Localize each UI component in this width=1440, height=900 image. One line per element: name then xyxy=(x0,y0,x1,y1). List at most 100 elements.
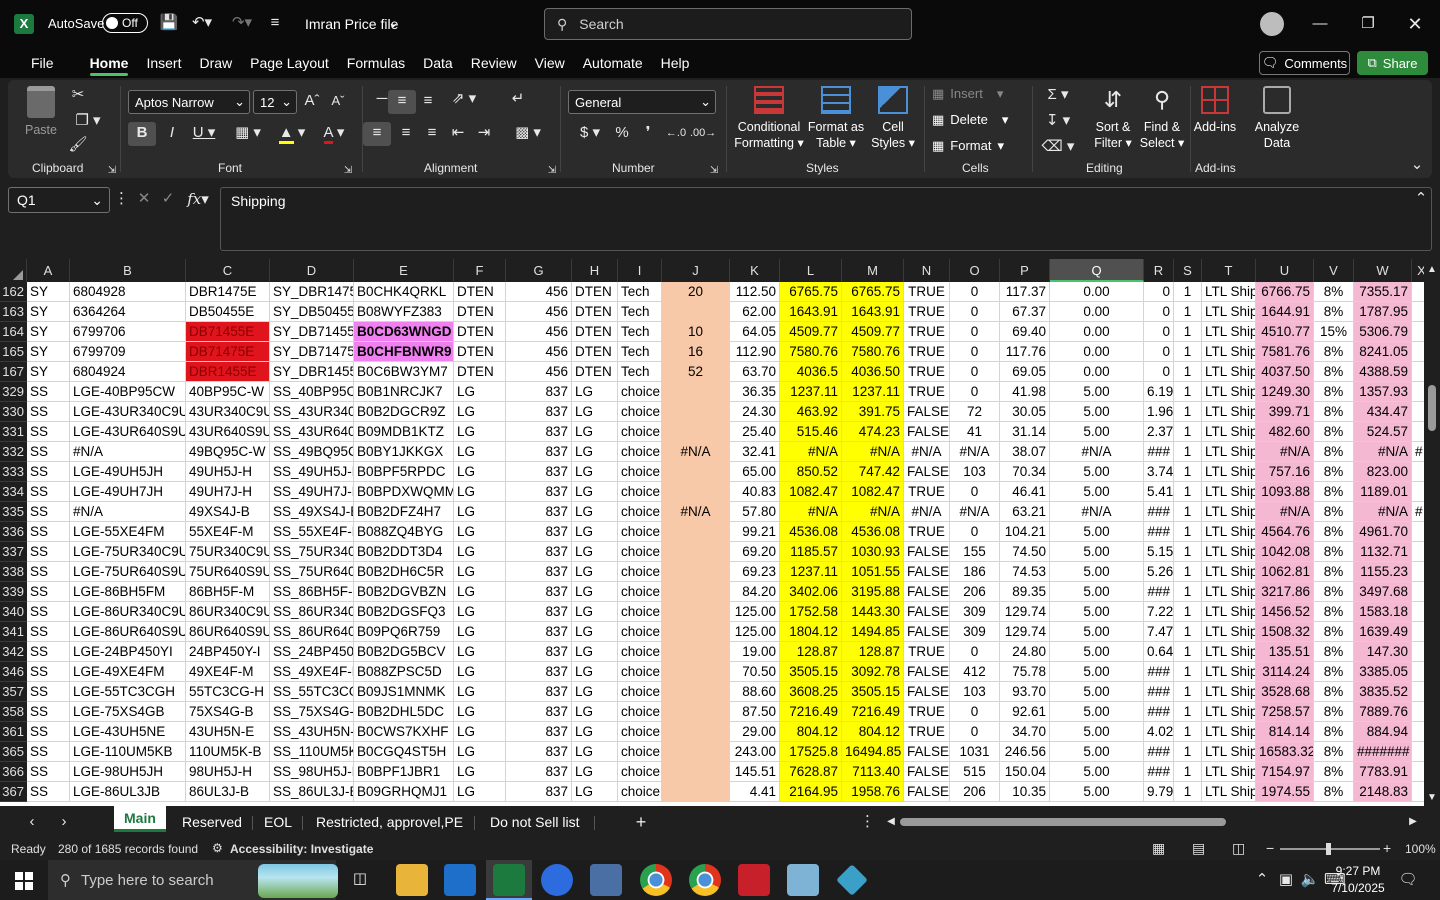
cell-o[interactable]: 103 xyxy=(950,682,1000,702)
cell-i[interactable]: choice xyxy=(618,662,662,682)
increase-font-icon[interactable]: Aˆ xyxy=(300,90,324,112)
cell-t[interactable]: LTL Ship xyxy=(1202,362,1256,382)
cell-r[interactable]: 0 xyxy=(1144,362,1174,382)
cell-b[interactable]: LGE-110UM5KB xyxy=(70,742,186,762)
cell-m[interactable]: 1958.76 xyxy=(842,782,904,802)
cell-k[interactable]: 29.00 xyxy=(730,722,780,742)
column-header-d[interactable]: D xyxy=(270,259,354,282)
cell-s[interactable]: 1 xyxy=(1174,402,1202,422)
dialog-launcher-icon[interactable]: ⇲ xyxy=(546,160,558,182)
cell-t[interactable]: LTL Ship xyxy=(1202,422,1256,442)
cell-e[interactable]: B0B2DGVBZN xyxy=(354,582,454,602)
cell-u[interactable]: 1456.52 xyxy=(1256,602,1314,622)
remote-desktop-icon[interactable] xyxy=(787,864,819,896)
cell-v[interactable]: 8% xyxy=(1314,702,1354,722)
cell-q[interactable]: 5.00 xyxy=(1050,702,1144,722)
cell-k[interactable]: 24.30 xyxy=(730,402,780,422)
cell-m[interactable]: 391.75 xyxy=(842,402,904,422)
cell-i[interactable]: choice xyxy=(618,462,662,482)
cell-g[interactable]: 837 xyxy=(506,542,572,562)
cell-n[interactable]: TRUE xyxy=(904,342,950,362)
cell-n[interactable]: #N/A xyxy=(904,442,950,462)
increase-decimal-icon[interactable]: ←.0 xyxy=(664,122,688,144)
cell-v[interactable]: 8% xyxy=(1314,602,1354,622)
cell-a[interactable]: SS xyxy=(27,582,70,602)
chevron-left-icon[interactable]: ‹ xyxy=(22,811,42,833)
outlook-icon[interactable] xyxy=(444,864,476,896)
cell-k[interactable]: 69.23 xyxy=(730,562,780,582)
cell-v[interactable]: 8% xyxy=(1314,762,1354,782)
cell-m[interactable]: 1082.47 xyxy=(842,482,904,502)
cell-h[interactable]: LG xyxy=(572,622,618,642)
cell-k[interactable]: 243.00 xyxy=(730,742,780,762)
cell-l[interactable]: 804.12 xyxy=(780,722,842,742)
cell-h[interactable]: LG xyxy=(572,662,618,682)
align-left-icon[interactable]: ≡ xyxy=(363,122,391,146)
cell-b[interactable]: 6364264 xyxy=(70,302,186,322)
cell-v[interactable]: 8% xyxy=(1314,562,1354,582)
column-header-q[interactable]: Q xyxy=(1050,259,1144,282)
cell-t[interactable]: LTL Ship xyxy=(1202,282,1256,302)
tab-file[interactable]: File xyxy=(22,48,63,78)
sheet-tab-reserved[interactable]: Reserved xyxy=(182,814,242,830)
cell-x[interactable] xyxy=(1412,322,1424,342)
cell-p[interactable]: 150.04 xyxy=(1000,762,1050,782)
cell-b[interactable]: #N/A xyxy=(70,442,186,462)
sheet-tab-main[interactable]: Main xyxy=(114,806,166,832)
cell-w[interactable]: 1583.18 xyxy=(1354,602,1412,622)
cell-x[interactable] xyxy=(1412,682,1424,702)
cell-f[interactable]: LG xyxy=(454,622,506,642)
cell-f[interactable]: LG xyxy=(454,422,506,442)
cell-e[interactable]: B0B2DFZ4H7 xyxy=(354,502,454,522)
cell-t[interactable]: LTL Ship xyxy=(1202,662,1256,682)
cell-t[interactable]: LTL Ship xyxy=(1202,742,1256,762)
cell-u[interactable]: 4510.77 xyxy=(1256,322,1314,342)
conditional-formatting-button[interactable]: Conditional Formatting ▾ xyxy=(734,86,804,158)
cell-j[interactable] xyxy=(662,662,730,682)
cell-g[interactable]: 456 xyxy=(506,342,572,362)
cell-f[interactable]: LG xyxy=(454,602,506,622)
cell-f[interactable]: LG xyxy=(454,462,506,482)
cell-u[interactable]: 1974.55 xyxy=(1256,782,1314,802)
cell-f[interactable]: LG xyxy=(454,762,506,782)
cell-e[interactable]: B0BPF5RPDC xyxy=(354,462,454,482)
cell-c[interactable]: 43UH5N-E xyxy=(186,722,270,742)
cell-o[interactable]: 0 xyxy=(950,322,1000,342)
cell-i[interactable]: Tech xyxy=(618,362,662,382)
cell-v[interactable]: 8% xyxy=(1314,522,1354,542)
cell-p[interactable]: 70.34 xyxy=(1000,462,1050,482)
share-button[interactable]: ⧉ Share xyxy=(1357,51,1428,75)
row-header[interactable]: 367 xyxy=(0,782,27,802)
cell-a[interactable]: SS xyxy=(27,542,70,562)
cell-f[interactable]: LG xyxy=(454,702,506,722)
cell-m[interactable]: 3092.78 xyxy=(842,662,904,682)
cell-q[interactable]: 5.00 xyxy=(1050,742,1144,762)
cell-d[interactable]: SS_43UR340C9UD xyxy=(270,402,354,422)
cell-w[interactable]: 7889.76 xyxy=(1354,702,1412,722)
cell-c[interactable]: 49UH5J-H xyxy=(186,462,270,482)
row-header[interactable]: 335 xyxy=(0,502,27,522)
cell-w[interactable]: 1189.01 xyxy=(1354,482,1412,502)
cell-u[interactable]: 1062.81 xyxy=(1256,562,1314,582)
format-as-table-button[interactable]: Format as Table ▾ xyxy=(806,86,866,158)
tab-home[interactable]: Home xyxy=(81,48,138,78)
taskbar-clock[interactable]: 9:27 PM 7/10/2025 xyxy=(1326,863,1390,897)
cell-p[interactable]: 129.74 xyxy=(1000,602,1050,622)
cell-l[interactable]: 1804.12 xyxy=(780,622,842,642)
formula-input[interactable]: Shipping xyxy=(220,187,1432,251)
cell-f[interactable]: DTEN xyxy=(454,282,506,302)
cell-r[interactable]: 2.37 xyxy=(1144,422,1174,442)
cell-x[interactable] xyxy=(1412,602,1424,622)
cell-b[interactable]: LGE-86UL3JB xyxy=(70,782,186,802)
task-view-icon[interactable]: ◫ xyxy=(348,868,372,890)
cell-d[interactable]: SS_49UH5J-H xyxy=(270,462,354,482)
cell-v[interactable]: 8% xyxy=(1314,362,1354,382)
search-box[interactable]: ⚲ Search xyxy=(544,8,912,40)
cell-l[interactable]: 7580.76 xyxy=(780,342,842,362)
cell-o[interactable]: 0 xyxy=(950,342,1000,362)
cell-e[interactable]: B0CHFBNWR9 xyxy=(354,342,454,362)
cell-m[interactable]: 3505.15 xyxy=(842,682,904,702)
cell-j[interactable] xyxy=(662,482,730,502)
cell-n[interactable]: FALSE xyxy=(904,662,950,682)
cell-c[interactable]: 86UR640S9UD xyxy=(186,622,270,642)
